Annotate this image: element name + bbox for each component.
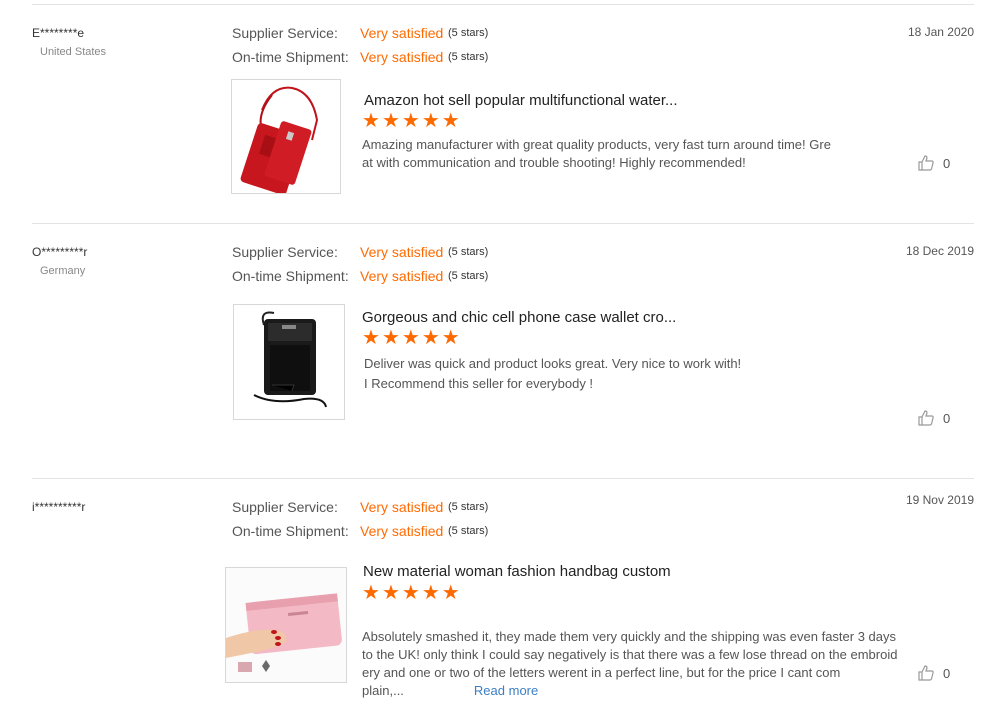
supplier-service-stars: (5 stars): [448, 246, 489, 258]
divider: [32, 4, 974, 5]
star-icon: ★: [441, 327, 460, 349]
review-text: Amazing manufacturer with great quality …: [362, 137, 831, 170]
review-date: 19 Nov 2019: [905, 493, 974, 507]
star-icon: ★: [441, 110, 460, 132]
thumbs-up-icon: [918, 155, 934, 171]
review-date: 18 Dec 2019: [905, 244, 974, 258]
shipment-label: On-time Shipment:: [232, 49, 349, 65]
divider: [32, 223, 974, 224]
like-button[interactable]: 0: [917, 154, 950, 172]
star-icon: ★: [421, 327, 440, 349]
shipment-stars: (5 stars): [448, 270, 489, 282]
thumbs-up-icon: [918, 665, 934, 681]
like-button[interactable]: 0: [917, 409, 950, 427]
star-icon: ★: [401, 110, 420, 132]
thumbs-up-icon: [918, 410, 934, 426]
star-icon: ★: [381, 582, 400, 604]
supplier-service-label: Supplier Service:: [232, 499, 338, 515]
supplier-service-stars: (5 stars): [448, 27, 489, 39]
star-rating: ★ ★ ★ ★ ★: [362, 328, 460, 348]
shipment-value: Very satisfied: [360, 268, 444, 284]
product-image[interactable]: [225, 567, 347, 683]
reviewer-country: United States: [40, 46, 107, 58]
star-icon: ★: [401, 327, 420, 349]
supplier-service-value: Very satisfied: [360, 244, 444, 260]
star-icon: ★: [362, 582, 380, 604]
shipment-stars: (5 stars): [448, 51, 489, 63]
reviewer-name: E********e: [32, 26, 85, 40]
shipment-stars: (5 stars): [448, 525, 489, 537]
reviewer-country: Germany: [40, 265, 86, 277]
review-date: 18 Jan 2020: [907, 25, 974, 39]
review-body: Absolutely smashed it, they made them ve…: [362, 629, 898, 698]
black-phone-wallet-image: [253, 311, 327, 408]
supplier-service-label: Supplier Service:: [232, 25, 338, 41]
like-count: 0: [943, 410, 951, 426]
star-icon: ★: [362, 327, 380, 349]
product-title[interactable]: Gorgeous and chic cell phone case wallet…: [362, 309, 676, 326]
product-title[interactable]: New material woman fashion handbag custo…: [363, 563, 671, 580]
product-image[interactable]: [231, 79, 341, 194]
shipment-value: Very satisfied: [360, 523, 444, 539]
pink-wallet-image: [226, 568, 346, 682]
review-text: Deliver was quick and product looks grea…: [364, 356, 742, 391]
star-rating: ★ ★ ★ ★ ★: [362, 111, 460, 131]
shipment-label: On-time Shipment:: [232, 268, 349, 284]
like-button[interactable]: 0: [917, 664, 950, 682]
reviewer-name: O*********r: [32, 245, 88, 259]
star-icon: ★: [401, 582, 420, 604]
star-icon: ★: [421, 582, 440, 604]
reviewer-name: i**********r: [32, 500, 86, 514]
like-count: 0: [943, 665, 951, 681]
supplier-service-value: Very satisfied: [360, 25, 444, 41]
supplier-service-value: Very satisfied: [360, 499, 444, 515]
read-more-link[interactable]: Read more: [474, 683, 538, 698]
shipment-value: Very satisfied: [360, 49, 444, 65]
star-icon: ★: [362, 110, 380, 132]
red-phone-bag-image: [240, 86, 319, 193]
product-title[interactable]: Amazon hot sell popular multifunctional …: [364, 92, 678, 109]
like-count: 0: [943, 155, 951, 171]
product-image[interactable]: [233, 304, 345, 420]
supplier-service-label: Supplier Service:: [232, 244, 338, 260]
shipment-label: On-time Shipment:: [232, 523, 349, 539]
star-rating: ★ ★ ★ ★ ★: [362, 583, 460, 603]
star-icon: ★: [381, 110, 400, 132]
star-icon: ★: [441, 582, 460, 604]
supplier-service-stars: (5 stars): [448, 501, 489, 513]
review-text: Absolutely smashed it, they made them ve…: [362, 610, 922, 700]
star-icon: ★: [421, 110, 440, 132]
divider: [32, 478, 974, 479]
star-icon: ★: [381, 327, 400, 349]
